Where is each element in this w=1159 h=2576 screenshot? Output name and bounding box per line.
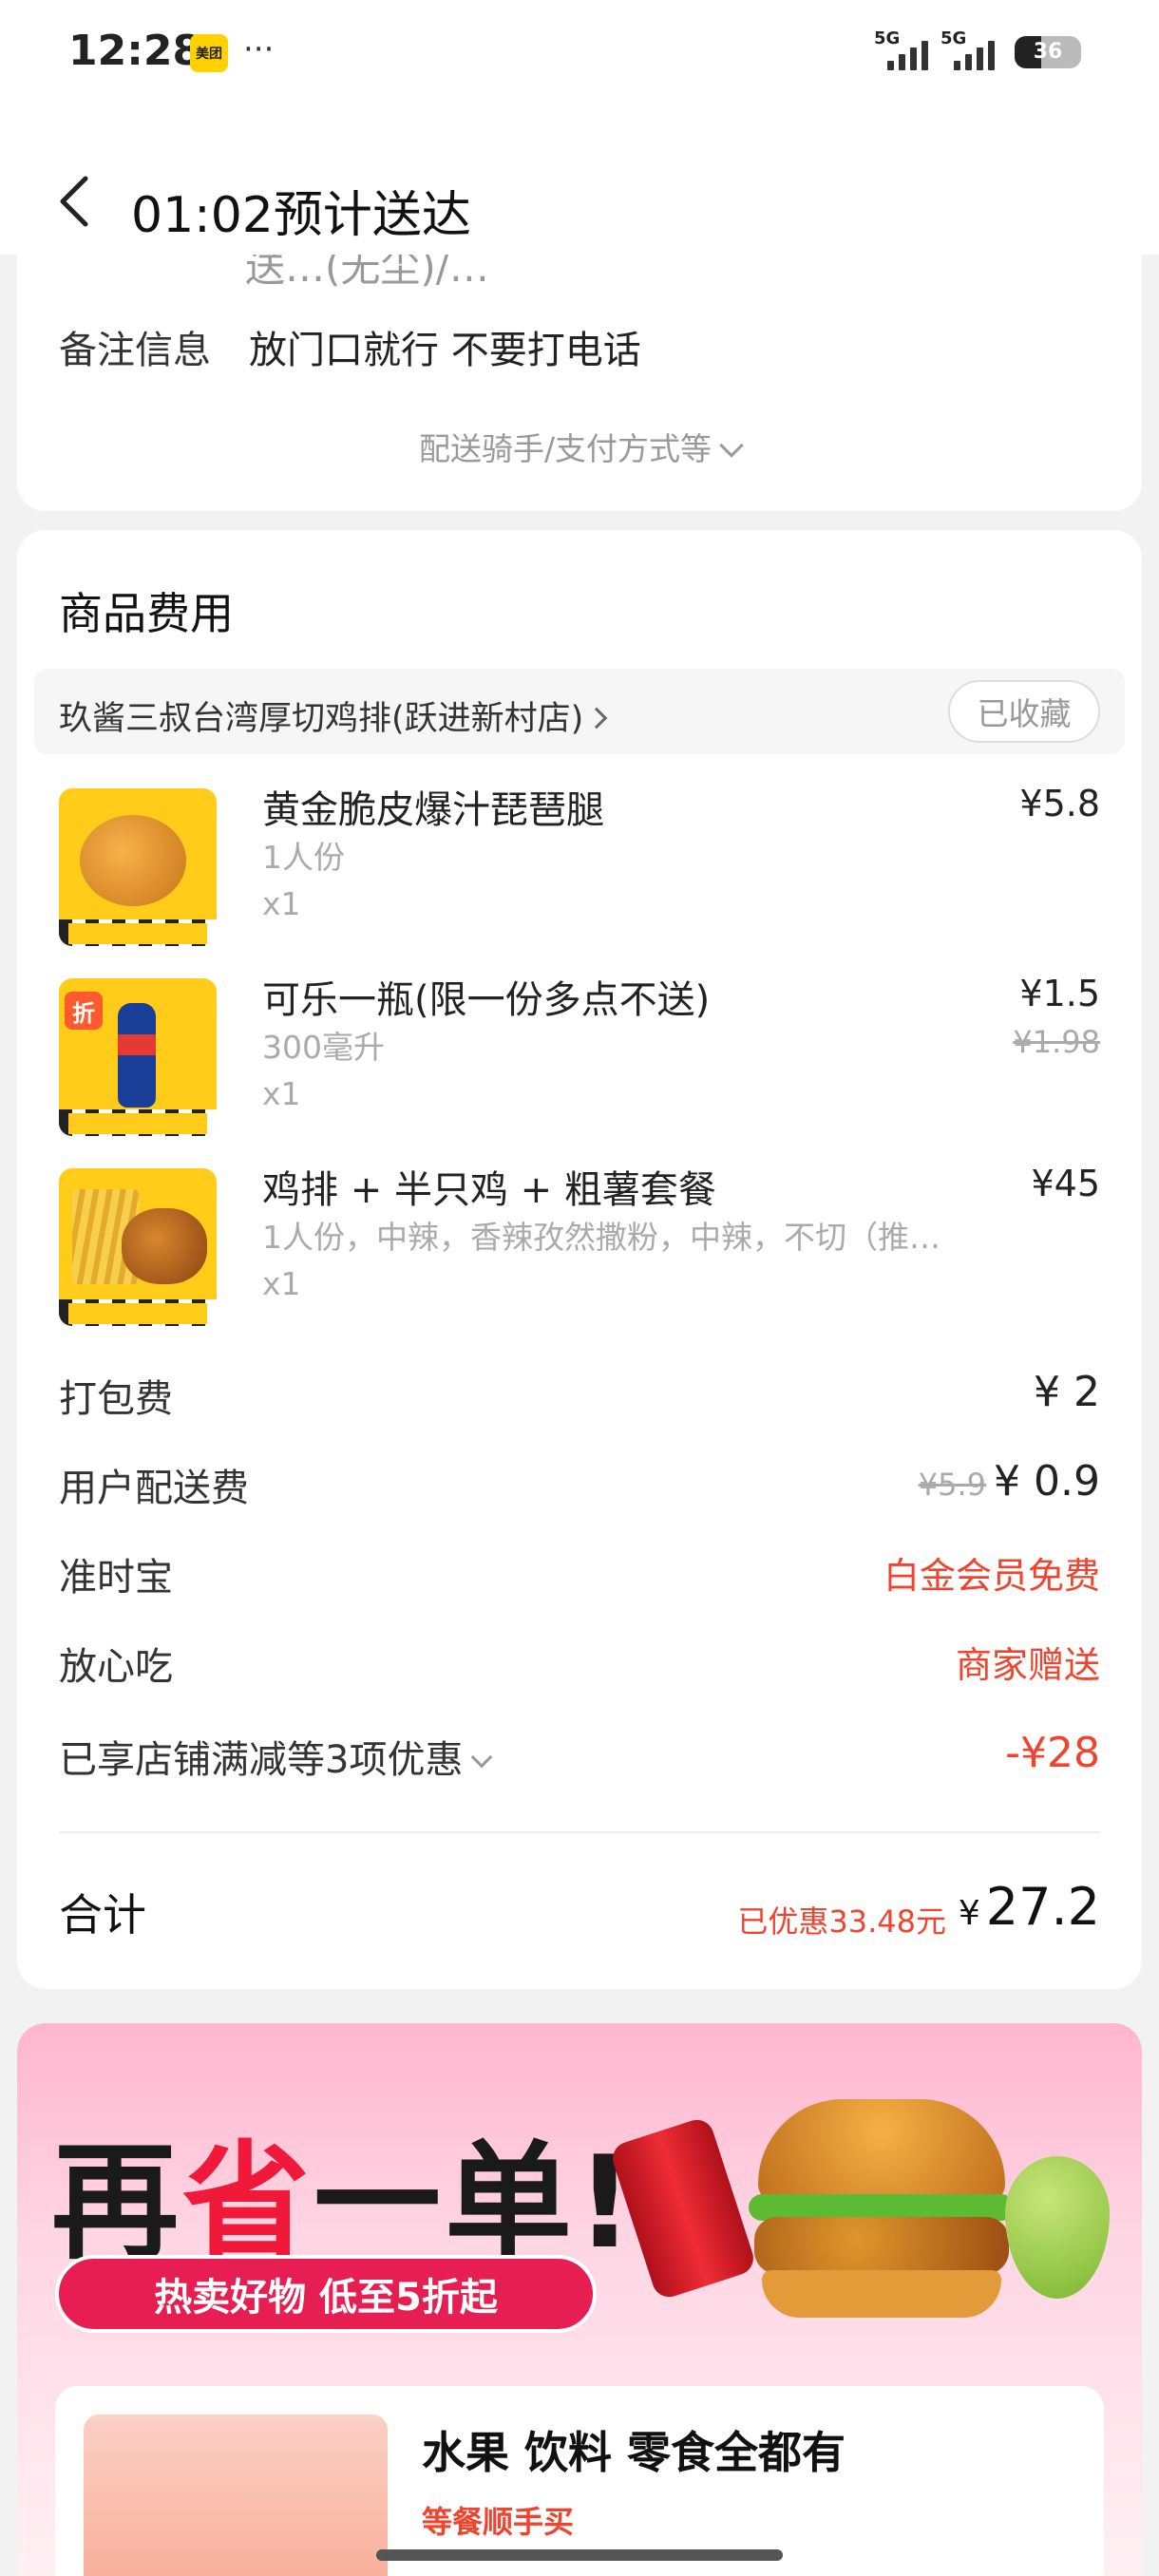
battery-icon: 36 (1015, 36, 1081, 68)
signal-icon-1: 5G (874, 28, 931, 72)
divider (59, 1831, 1100, 1833)
saved-amount: 已优惠33.48元 (737, 1904, 946, 1940)
goods-item[interactable]: 鸡排 + 半只鸡 + 粗薯套餐 1人份，中辣，香辣孜然撒粉，中辣，不切（推… x… (59, 1159, 1100, 1330)
promo-banner[interactable]: 再省一单! 热卖好物 低至5折起 水果 饮料 零食全都有 等餐顺手买 (17, 2023, 1142, 2576)
goods-item[interactable]: 折 可乐一瓶(限一份多点不送) 300毫升 x1 ¥1.5 ¥1.98 (59, 969, 1100, 1140)
item-image: 折 (59, 978, 217, 1136)
more-info-label: 配送骑手/支付方式等 (418, 430, 712, 467)
item-name: 鸡排 + 半只鸡 + 粗薯套餐 (262, 1168, 716, 1212)
chevron-right-icon (585, 707, 608, 729)
fee-value: ¥ 2 (1034, 1368, 1100, 1416)
discount-row[interactable]: 已享店铺满减等3项优惠 -¥28 (59, 1729, 1100, 1786)
store-row[interactable]: 玖酱三叔台湾厚切鸡排(跃进新村店) 已收藏 (34, 669, 1125, 754)
meituan-app-icon: 美团 (190, 34, 228, 72)
promo-card-subtitle: 等餐顺手买 (422, 2504, 575, 2540)
chevron-down-icon (719, 433, 744, 458)
chevron-down-icon (471, 1746, 493, 1769)
section-title: 商品费用 (59, 588, 234, 639)
fee-label: 用户配送费 (59, 1467, 249, 1510)
item-name: 黄金脆皮爆汁琵琶腿 (262, 788, 604, 832)
battery-level: 36 (1033, 40, 1063, 64)
fee-label: 打包费 (59, 1377, 173, 1421)
item-qty: x1 (262, 1075, 301, 1112)
home-indicator[interactable] (376, 2549, 783, 2561)
total-value: 27.2 (985, 1877, 1100, 1937)
item-image (59, 788, 217, 946)
more-notifications-icon: ··· (243, 30, 275, 68)
promo-product-card[interactable]: 水果 饮料 零食全都有 等餐顺手买 (55, 2386, 1104, 2576)
delivery-fee-row: 用户配送费 ¥5.9 ¥ 0.9 (59, 1457, 1100, 1514)
safe-eat-row[interactable]: 放心吃 商家赠送 (59, 1636, 1100, 1693)
item-price: ¥1.5 (1019, 973, 1100, 1014)
nav-header: 01:02预计送达 (0, 104, 1159, 255)
favorite-button[interactable]: 已收藏 (948, 680, 1100, 743)
item-price: ¥45 (1031, 1163, 1100, 1204)
page-title: 01:02预计送达 (131, 187, 471, 244)
address-partial-text: 送…(无尘)/… (245, 255, 489, 291)
fee-value: ¥5.9 ¥ 0.9 (919, 1457, 1100, 1506)
delivery-fee: ¥ 0.9 (994, 1457, 1100, 1506)
order-info-card: 送…(无尘)/… 备注信息 放门口就行 不要打电话 配送骑手/支付方式等 (17, 255, 1142, 511)
store-name: 玖酱三叔台湾厚切鸡排(跃进新村店) (59, 700, 584, 738)
burger-image (749, 2080, 1015, 2327)
total-label: 合计 (59, 1889, 146, 1941)
packing-fee-row: 打包费 ¥ 2 (59, 1368, 1100, 1425)
fee-value: 商家赠送 (955, 1644, 1100, 1686)
status-time: 12:28 (68, 27, 202, 75)
item-qty: x1 (262, 1265, 301, 1302)
fee-label: 准时宝 (59, 1556, 173, 1600)
item-name: 可乐一瓶(限一份多点不送) (262, 978, 711, 1022)
goods-item[interactable]: 黄金脆皮爆汁琵琶腿 1人份 x1 ¥5.8 (59, 779, 1100, 950)
fee-value: 白金会员免费 (883, 1555, 1100, 1597)
discount-label-wrap[interactable]: 已享店铺满减等3项优惠 (59, 1729, 493, 1784)
goods-fee-card: 商品费用 玖酱三叔台湾厚切鸡排(跃进新村店) 已收藏 黄金脆皮爆汁琵琶腿 1人份… (17, 530, 1142, 1989)
expand-more-info-button[interactable]: 配送骑手/支付方式等 (17, 424, 1142, 469)
discount-value: -¥28 (1005, 1729, 1100, 1777)
item-spec: 1人份，中辣，香辣孜然撒粉，中辣，不切（推… (262, 1219, 940, 1256)
item-qty: x1 (262, 885, 301, 922)
fee-label: 放心吃 (59, 1645, 173, 1689)
discount-badge: 折 (65, 992, 103, 1030)
delivery-original-fee: ¥5.9 (918, 1467, 987, 1503)
remark-value: 放门口就行 不要打电话 (249, 329, 641, 372)
total-currency: ¥ (958, 1894, 980, 1933)
status-bar: 12:28 美团 ··· 5G 5G 36 (0, 0, 1159, 104)
item-spec: 1人份 (262, 839, 345, 876)
grapes-image (1005, 2156, 1110, 2299)
ontime-guarantee-row[interactable]: 准时宝 白金会员免费 (59, 1546, 1100, 1603)
item-image (59, 1168, 217, 1326)
product-image (84, 2415, 388, 2576)
item-original-price: ¥1.98 (1013, 1024, 1100, 1060)
item-price: ¥5.8 (1019, 783, 1100, 824)
store-name-link[interactable]: 玖酱三叔台湾厚切鸡排(跃进新村店) (59, 691, 608, 740)
promo-card-title: 水果 饮料 零食全都有 (422, 2427, 846, 2478)
promo-pill[interactable]: 热卖好物 低至5折起 (55, 2255, 597, 2333)
remark-label: 备注信息 (59, 329, 211, 372)
signal-icon-2: 5G (940, 28, 998, 72)
item-spec: 300毫升 (262, 1029, 385, 1066)
back-arrow-icon[interactable] (53, 173, 95, 230)
total-amount: ¥27.2 (959, 1877, 1100, 1937)
discount-label: 已享店铺满减等3项优惠 (59, 1738, 464, 1782)
